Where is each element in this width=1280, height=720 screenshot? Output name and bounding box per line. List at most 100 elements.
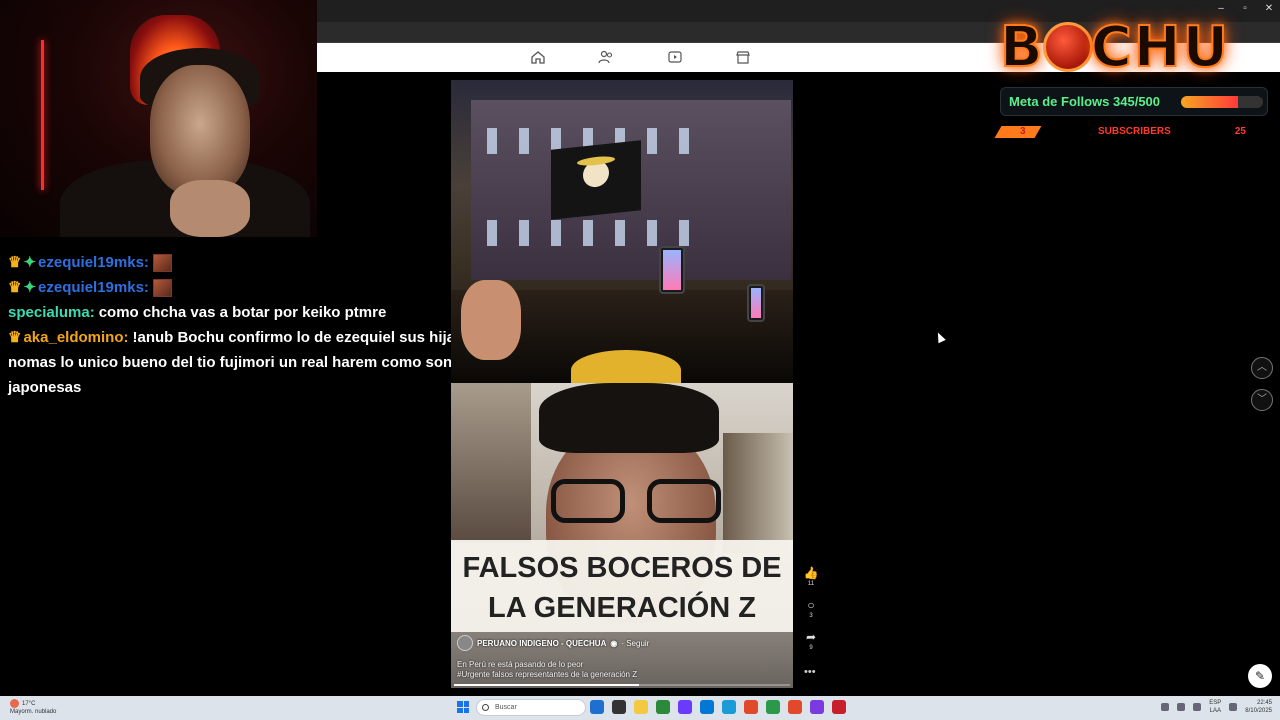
description-line: #Urgente falsos representantes de la gen… [457, 670, 638, 679]
clock-date: 8/10/2025 [1245, 708, 1272, 714]
reaction-column: 👍 11 ○ 3 ➦ 9 [801, 566, 821, 662]
like-icon: 👍 [803, 566, 819, 580]
weather-widget[interactable]: 17°C Mayorm. nublado [10, 699, 56, 716]
phone-icon [659, 246, 685, 294]
follow-goal-label: Meta de Follows 345/500 [1009, 94, 1161, 109]
video-progress[interactable] [454, 684, 790, 686]
volume-icon[interactable] [1193, 703, 1202, 711]
share-count: 9 [809, 645, 813, 651]
star-icon: ✦ [23, 279, 37, 296]
chevron-up-icon: ︿ [1257, 362, 1267, 373]
taskbar-app-icon[interactable] [612, 700, 626, 714]
friends-icon[interactable] [598, 50, 614, 64]
taskbar-search[interactable]: Buscar [476, 699, 586, 716]
start-button[interactable] [457, 701, 469, 713]
clock[interactable]: 22:45 8/10/2025 [1245, 699, 1272, 715]
taskbar-app-icon[interactable] [590, 700, 604, 714]
subscribers-widget: 3 SUBSCRIBERS 25 [994, 124, 1264, 140]
wifi-icon[interactable] [1229, 703, 1238, 711]
previous-reel-button[interactable]: ︿ [1251, 357, 1273, 379]
bochu-logo: B CHU [999, 15, 1262, 80]
maximize-button[interactable]: ▫ [1240, 3, 1250, 14]
taskbar-app-icon[interactable] [788, 700, 802, 714]
author-name[interactable]: PERUANO INDIGENO - QUECHUA [477, 639, 606, 648]
taskbar-app-icon[interactable] [810, 700, 824, 714]
language-indicator[interactable]: ESP LAA [1209, 699, 1221, 715]
taskbar-app-icon[interactable] [678, 700, 692, 714]
led-strip [41, 40, 44, 190]
taskbar-app-icon[interactable] [766, 700, 780, 714]
weather-icon [10, 699, 19, 708]
chat-username: aka_eldomino: [23, 329, 129, 346]
star-icon: ✦ [23, 254, 37, 271]
subs-count: 3 [1020, 126, 1026, 137]
chevron-up-icon[interactable] [1161, 703, 1170, 711]
straw-hat-flag [551, 140, 641, 220]
taskbar-app-icon[interactable] [634, 700, 648, 714]
phone-icon [747, 284, 765, 322]
more-options-icon[interactable]: ••• [804, 666, 816, 678]
logo-text-left: B [999, 15, 1045, 80]
description-line: En Perú re está pasando de lo peor [457, 660, 584, 669]
author-row: PERUANO INDIGENO - QUECHUA ◉ · Seguir [457, 635, 777, 651]
taskbar-app-icon[interactable] [656, 700, 670, 714]
marketplace-icon[interactable] [735, 50, 751, 64]
chevron-down-icon: ﹀ [1257, 394, 1267, 405]
bookshelf [451, 383, 531, 543]
weather-desc: Mayorm. nublado [10, 709, 57, 716]
avatar[interactable] [457, 635, 473, 651]
raised-hand [461, 280, 521, 360]
logo-text-right: CHU [1090, 15, 1231, 80]
streamer-hand [170, 180, 250, 237]
like-button[interactable]: 👍 11 [801, 566, 821, 588]
chat-text: como chcha vas a botar por keiko ptmre [98, 304, 387, 321]
taskbar-app-icon[interactable] [700, 700, 714, 714]
emote-icon [152, 254, 172, 273]
comment-button[interactable]: ○ 3 [801, 598, 821, 620]
minimize-button[interactable]: – [1216, 3, 1226, 14]
webcam-feed [0, 0, 317, 237]
home-icon[interactable] [530, 50, 546, 64]
chat-username: ezequiel19mks: [38, 279, 149, 296]
stream-chat: ♛ ✦ ezequiel19mks: ♛ ✦ ezequiel19mks: specia… [8, 250, 478, 400]
taskbar-app-icon[interactable] [722, 700, 736, 714]
network-icon[interactable] [1177, 703, 1186, 711]
search-placeholder: Buscar [495, 704, 517, 711]
bookshelf [723, 433, 793, 553]
video-progress-fill [454, 684, 639, 686]
like-count: 11 [807, 581, 815, 587]
emote-icon [152, 279, 172, 298]
subs-total: 25 [1234, 126, 1246, 137]
clock-time: 22:45 [1256, 700, 1272, 706]
follow-goal-bar [1181, 96, 1263, 108]
close-button[interactable]: ✕ [1264, 3, 1274, 14]
ball-icon [1042, 22, 1093, 72]
subs-accent [994, 126, 1042, 138]
video-description: En Perú re está pasando de lo peor #Urge… [457, 660, 777, 680]
verified-icon: ◉ [610, 638, 618, 648]
lang-line: LAA [1209, 708, 1221, 714]
caption-line: LA GENERACIÓN Z [488, 592, 756, 624]
follow-goal-fill [1181, 96, 1238, 108]
compose-button[interactable]: ✎ [1248, 664, 1272, 688]
streamer-face [150, 65, 250, 195]
taskbar-app-icon[interactable] [832, 700, 846, 714]
taskbar-apps [590, 700, 846, 714]
chat-message: specialuma: como chcha vas a botar por ke… [8, 300, 478, 325]
chat-message: ♛ ✦ ezequiel19mks: [8, 250, 478, 275]
watch-icon[interactable] [667, 50, 683, 64]
reel-video[interactable]: FALSOS BOCEROS DE LA GENERACIÓN Z PERUAN… [451, 80, 793, 688]
next-reel-button[interactable]: ﹀ [1251, 389, 1273, 411]
share-button[interactable]: ➦ 9 [801, 630, 821, 652]
comment-count: 3 [809, 613, 813, 619]
taskbar-app-icon[interactable] [744, 700, 758, 714]
follow-link[interactable]: · Seguir [621, 639, 649, 648]
speaker-hair [539, 383, 719, 453]
lang-line: ESP [1209, 700, 1222, 706]
mouse-cursor [934, 330, 946, 344]
system-tray: ESP LAA 22:45 8/10/2025 [1161, 699, 1272, 715]
share-icon: ➦ [805, 630, 817, 644]
building-windows [487, 220, 689, 246]
crown-icon: ♛ [8, 279, 22, 296]
weather-temp: 17°C [22, 701, 36, 708]
